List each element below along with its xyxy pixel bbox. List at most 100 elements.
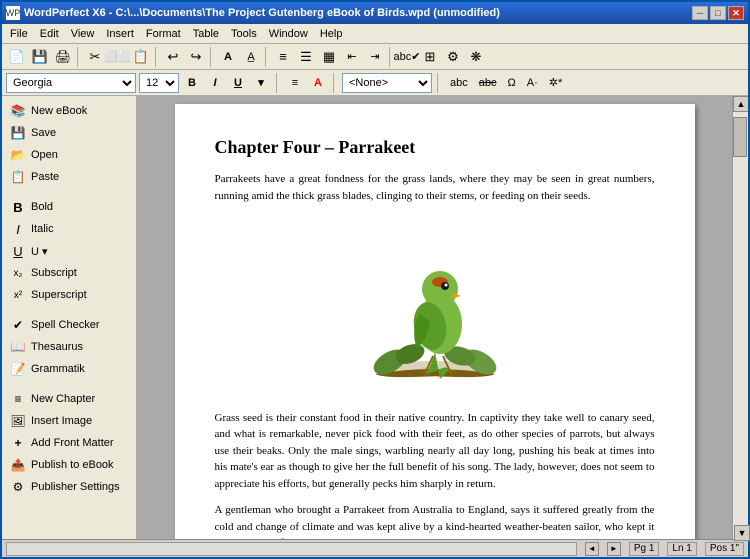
menu-tools[interactable]: Tools xyxy=(225,26,263,42)
italic-button[interactable]: I xyxy=(205,73,225,93)
scroll-track[interactable] xyxy=(733,112,748,539)
sidebar-item-thesaurus[interactable]: 📖 Thesaurus xyxy=(2,336,136,358)
paste-icon: 📋 xyxy=(10,169,26,185)
menu-format[interactable]: Format xyxy=(140,26,187,42)
menu-insert[interactable]: Insert xyxy=(100,26,140,42)
document-scroll[interactable]: Chapter Four – Parrakeet Parrakeets have… xyxy=(137,96,732,539)
symbol-a-btn[interactable]: A· xyxy=(523,73,542,93)
format-bar: Georgia 12 B I U ▾ ≡ A <None> abc abc Ω … xyxy=(2,70,748,96)
sidebar-item-paste[interactable]: 📋 Paste xyxy=(2,166,136,188)
toolbar-outdent[interactable]: ⇥ xyxy=(364,46,386,68)
scroll-left-button[interactable]: ◄ xyxy=(585,542,599,556)
font-select[interactable]: Georgia xyxy=(6,73,136,93)
sidebar-label-spell-checker: Spell Checker xyxy=(31,319,99,331)
toolbar-cut[interactable]: ✂ xyxy=(84,46,106,68)
underline-icon: U xyxy=(10,243,26,259)
sidebar-item-underline[interactable]: U U ▾ xyxy=(2,240,136,262)
sidebar-label-new-chapter: New Chapter xyxy=(31,393,95,405)
sidebar-label-superscript: Superscript xyxy=(31,289,87,301)
underline-dropdown[interactable]: ▾ xyxy=(251,73,271,93)
toolbar-sep2 xyxy=(155,47,159,67)
toolbar-new[interactable]: 📄 xyxy=(6,46,28,68)
menu-window[interactable]: Window xyxy=(263,26,314,42)
underline-button[interactable]: U xyxy=(228,73,248,93)
sidebar-label-publisher-settings: Publisher Settings xyxy=(31,481,120,493)
sidebar-item-open[interactable]: 📂 Open xyxy=(2,144,136,166)
sidebar-item-save[interactable]: 💾 Save xyxy=(2,122,136,144)
vertical-scrollbar: ▲ ▼ xyxy=(732,96,748,539)
menu-edit[interactable]: Edit xyxy=(34,26,65,42)
toolbar-undo[interactable]: ↩ xyxy=(162,46,184,68)
spellcheck-live-btn2[interactable]: abc xyxy=(475,73,501,93)
menu-bar: File Edit View Insert Format Table Tools… xyxy=(2,24,748,44)
sidebar-item-spell-checker[interactable]: ✔ Spell Checker xyxy=(2,314,136,336)
menu-file[interactable]: File xyxy=(4,26,34,42)
toolbar-spellcheck[interactable]: abc✔ xyxy=(396,46,418,68)
close-button[interactable]: ✕ xyxy=(728,6,744,20)
horizontal-scrollbar[interactable] xyxy=(6,542,577,556)
sidebar-item-bold[interactable]: B Bold xyxy=(2,196,136,218)
maximize-button[interactable]: □ xyxy=(710,6,726,20)
title-bar-buttons: ─ □ ✕ xyxy=(692,6,744,20)
sidebar-item-insert-image[interactable]: 🖼 Insert Image xyxy=(2,410,136,432)
sidebar-item-add-front-matter[interactable]: + Add Front Matter xyxy=(2,432,136,454)
toolbar-table[interactable]: ⊞ xyxy=(419,46,441,68)
toolbar-star[interactable]: ❋ xyxy=(465,46,487,68)
sidebar-item-subscript[interactable]: x₂ Subscript xyxy=(2,262,136,284)
symbol-star-btn[interactable]: ✲* xyxy=(545,73,567,93)
chapter-title: Chapter Four – Parrakeet xyxy=(215,134,655,161)
toolbar-font[interactable]: A xyxy=(217,46,239,68)
spellcheck-live-btn1[interactable]: abc xyxy=(446,73,472,93)
status-bar: ◄ ► Pg 1 Ln 1 Pos 1" xyxy=(2,539,748,557)
toolbar-redo[interactable]: ↪ xyxy=(185,46,207,68)
menu-view[interactable]: View xyxy=(65,26,101,42)
insert-image-icon: 🖼 xyxy=(10,413,26,429)
menu-table[interactable]: Table xyxy=(187,26,225,42)
superscript-icon: x² xyxy=(10,287,26,303)
sidebar-label-paste: Paste xyxy=(31,171,59,183)
paragraph-2: Grass seed is their constant food in the… xyxy=(215,410,655,493)
sidebar-item-grammatik[interactable]: 📝 Grammatik xyxy=(2,358,136,380)
sidebar-item-publish-ebook[interactable]: 📤 Publish to eBook xyxy=(2,454,136,476)
parrakeet-svg xyxy=(355,214,515,394)
app-window: WP WordPerfect X6 - C:\...\Documents\The… xyxy=(0,0,750,559)
toolbar-style2[interactable]: A̲ xyxy=(240,46,262,68)
scroll-up-button[interactable]: ▲ xyxy=(733,96,748,112)
symbol-omega-btn[interactable]: Ω xyxy=(504,73,520,93)
sidebar-item-superscript[interactable]: x² Superscript xyxy=(2,284,136,306)
sidebar-label-add-front-matter: Add Front Matter xyxy=(31,437,114,449)
sidebar-sep1 xyxy=(2,188,136,196)
bold-button[interactable]: B xyxy=(182,73,202,93)
toolbar-indent[interactable]: ⇤ xyxy=(341,46,363,68)
justify-button[interactable]: ≡ xyxy=(285,73,305,93)
toolbar-print[interactable]: 🖨 xyxy=(52,46,74,68)
toolbar-list1[interactable]: ≡ xyxy=(272,46,294,68)
sidebar-item-new-ebook[interactable]: 📚 New eBook xyxy=(2,100,136,122)
sidebar-item-italic[interactable]: I Italic xyxy=(2,218,136,240)
main-area: 📚 New eBook 💾 Save 📂 Open 📋 Paste B Bold xyxy=(2,96,748,539)
scroll-right-button[interactable]: ► xyxy=(607,542,621,556)
toolbar-save[interactable]: 💾 xyxy=(29,46,51,68)
bold-icon: B xyxy=(10,199,26,215)
scroll-down-button[interactable]: ▼ xyxy=(734,525,748,539)
sidebar-item-new-chapter[interactable]: ≡ New Chapter xyxy=(2,388,136,410)
app-icon: WP xyxy=(6,6,20,20)
sidebar-label-italic: Italic xyxy=(31,223,54,235)
status-pos: Pos 1" xyxy=(705,542,744,556)
scroll-thumb[interactable] xyxy=(733,117,747,157)
minimize-button[interactable]: ─ xyxy=(692,6,708,20)
grammatik-icon: 📝 xyxy=(10,361,26,377)
toolbar-list2[interactable]: ☰ xyxy=(295,46,317,68)
size-select[interactable]: 12 xyxy=(139,73,179,93)
style-select[interactable]: <None> xyxy=(342,73,432,93)
publisher-settings-icon: ⚙ xyxy=(10,479,26,495)
toolbar-misc[interactable]: ⚙ xyxy=(442,46,464,68)
document-page: Chapter Four – Parrakeet Parrakeets have… xyxy=(175,104,695,539)
toolbar-copy[interactable]: ⬜⬜ xyxy=(107,46,129,68)
sidebar-label-grammatik: Grammatik xyxy=(31,363,85,375)
toolbar-columns[interactable]: ▦ xyxy=(318,46,340,68)
toolbar-paste[interactable]: 📋 xyxy=(130,46,152,68)
sidebar-item-publisher-settings[interactable]: ⚙ Publisher Settings xyxy=(2,476,136,498)
menu-help[interactable]: Help xyxy=(314,26,349,42)
color-button[interactable]: A xyxy=(308,73,328,93)
